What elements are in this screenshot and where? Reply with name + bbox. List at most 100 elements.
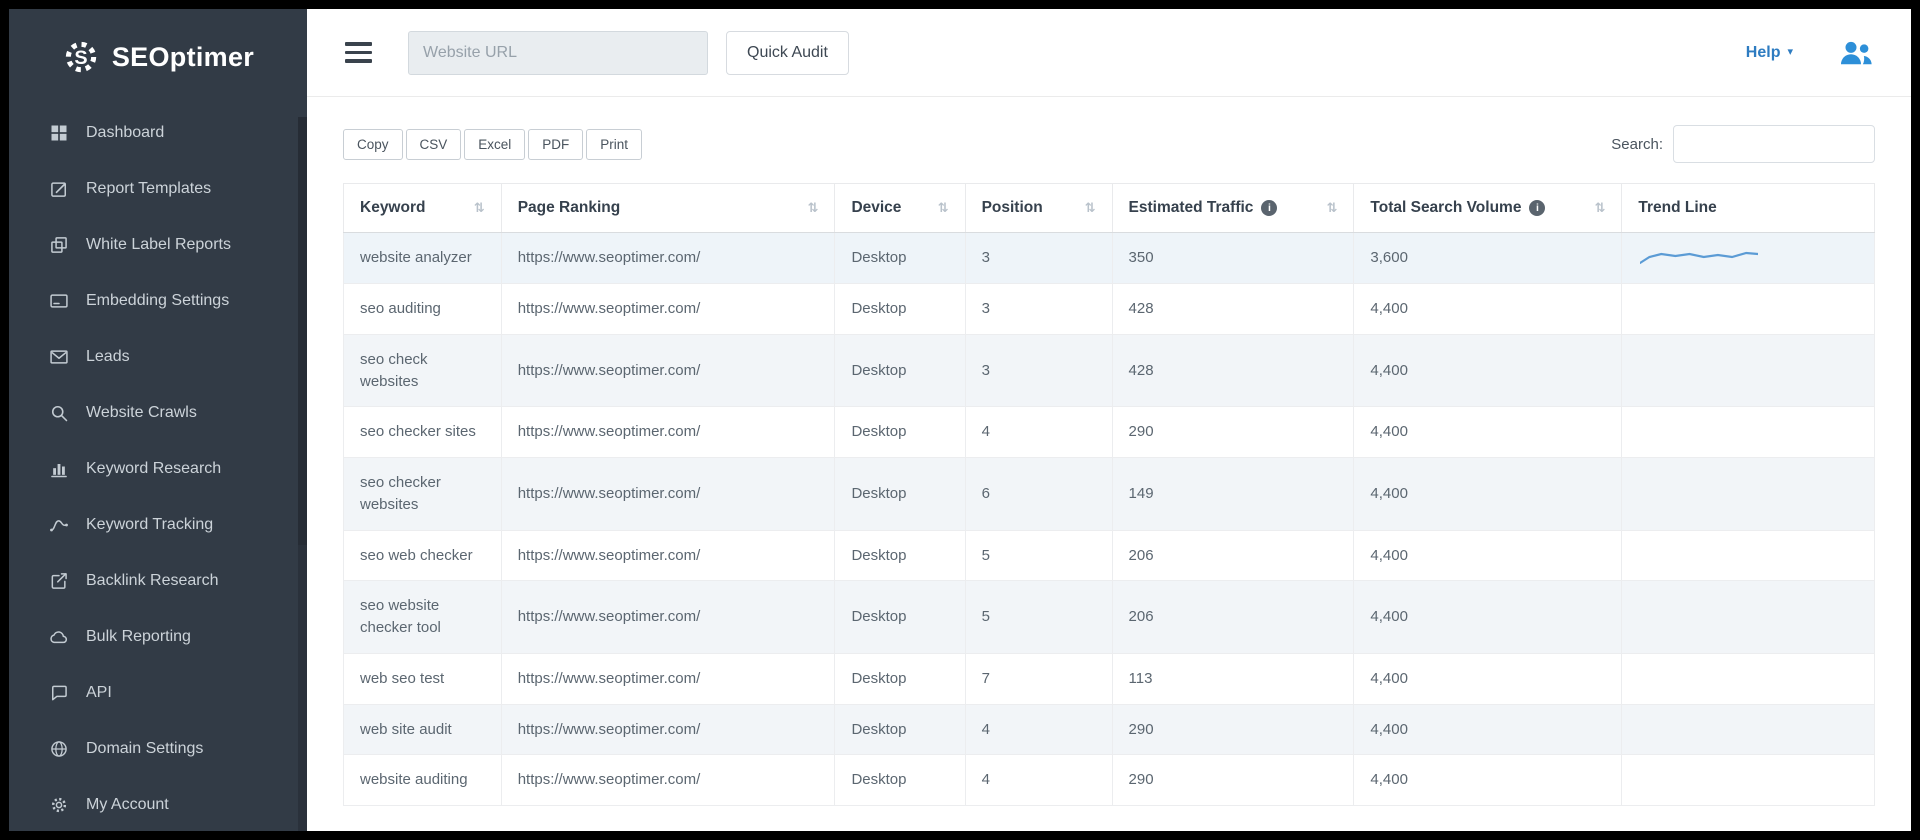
page-ranking-cell: https://www.seoptimer.com/ (501, 755, 835, 806)
column-label: Device (851, 199, 901, 217)
help-menu[interactable]: Help ▾ (1746, 44, 1793, 62)
website-url-input[interactable] (408, 31, 708, 75)
estimated-traffic-cell: 428 (1112, 334, 1354, 407)
column-label: Total Search Volume (1370, 199, 1521, 217)
sidebar-item-label: Keyword Research (86, 460, 221, 478)
export-print-button[interactable]: Print (586, 129, 642, 160)
sidebar-item-keyword-research[interactable]: Keyword Research (9, 441, 307, 497)
table-row: web seo testhttps://www.seoptimer.com/De… (344, 653, 1875, 704)
sidebar-item-label: Website Crawls (86, 404, 197, 422)
estimated-traffic-cell: 206 (1112, 530, 1354, 581)
sidebar-item-my-account[interactable]: My Account (9, 777, 307, 831)
cloud-icon (49, 627, 69, 647)
column-header-device[interactable]: Device ⇅ (835, 184, 965, 233)
sidebar-item-keyword-tracking[interactable]: Keyword Tracking (9, 497, 307, 553)
sidebar-item-leads[interactable]: Leads (9, 329, 307, 385)
column-header-estimated-traffic[interactable]: Estimated Traffici⇅ (1112, 184, 1354, 233)
info-icon[interactable]: i (1529, 200, 1545, 216)
sidebar-item-label: Bulk Reporting (86, 628, 191, 646)
estimated-traffic-cell: 206 (1112, 581, 1354, 654)
column-label: Estimated Traffic (1129, 199, 1254, 217)
sidebar-item-label: Keyword Tracking (86, 516, 213, 534)
sidebar-item-report-templates[interactable]: Report Templates (9, 161, 307, 217)
device-cell: Desktop (835, 755, 965, 806)
table-row: seo auditinghttps://www.seoptimer.com/De… (344, 284, 1875, 335)
trend-line-cell (1622, 530, 1875, 581)
copy-icon (49, 235, 69, 255)
trend-line-cell (1622, 407, 1875, 458)
edit-icon (49, 179, 69, 199)
table-row: website auditinghttps://www.seoptimer.co… (344, 755, 1875, 806)
speech-icon (49, 683, 69, 703)
device-cell: Desktop (835, 233, 965, 284)
export-csv-button[interactable]: CSV (406, 129, 462, 160)
grid-icon (49, 123, 69, 143)
sidebar-item-domain-settings[interactable]: Domain Settings (9, 721, 307, 777)
sidebar-item-website-crawls[interactable]: Website Crawls (9, 385, 307, 441)
total-search-volume-cell: 4,400 (1354, 334, 1622, 407)
position-cell: 5 (965, 581, 1112, 654)
trend-line-cell (1622, 458, 1875, 531)
brand-logo[interactable]: SEOptimer (9, 9, 307, 105)
position-cell: 3 (965, 334, 1112, 407)
hamburger-icon (345, 42, 372, 46)
keywords-table: Keyword⇅Page Ranking⇅ Device ⇅ Position⇅ Est… (343, 183, 1875, 806)
sidebar-item-label: Report Templates (86, 180, 211, 198)
account-users-icon[interactable] (1837, 38, 1875, 68)
position-cell: 4 (965, 407, 1112, 458)
page-ranking-cell: https://www.seoptimer.com/ (501, 284, 835, 335)
table-row: seo checker siteshttps://www.seoptimer.c… (344, 407, 1875, 458)
export-copy-button[interactable]: Copy (343, 129, 403, 160)
sidebar-item-dashboard[interactable]: Dashboard (9, 105, 307, 161)
column-header-trend-line: Trend Line (1622, 184, 1875, 233)
external-link-icon (49, 571, 69, 591)
position-cell: 5 (965, 530, 1112, 581)
column-label: Position (982, 199, 1043, 217)
topbar: Quick Audit Help ▾ (307, 9, 1911, 97)
trend-line-cell (1622, 581, 1875, 654)
column-header-page-ranking[interactable]: Page Ranking⇅ (501, 184, 835, 233)
search-input[interactable] (1673, 125, 1875, 163)
sidebar-item-api[interactable]: API (9, 665, 307, 721)
keyword-cell: seo auditing (344, 284, 502, 335)
sidebar-item-embedding-settings[interactable]: Embedding Settings (9, 273, 307, 329)
sidebar-item-white-label-reports[interactable]: White Label Reports (9, 217, 307, 273)
menu-toggle-button[interactable] (343, 36, 374, 69)
column-header-position[interactable]: Position⇅ (965, 184, 1112, 233)
total-search-volume-cell: 4,400 (1354, 581, 1622, 654)
table-header-row: Keyword⇅Page Ranking⇅ Device ⇅ Position⇅ Est… (344, 184, 1875, 233)
info-icon[interactable]: i (1261, 200, 1277, 216)
position-cell: 3 (965, 284, 1112, 335)
device-cell: Desktop (835, 407, 965, 458)
column-label: Keyword (360, 199, 425, 217)
column-label: Page Ranking (518, 199, 621, 217)
table-row: web site audithttps://www.seoptimer.com/… (344, 704, 1875, 755)
page-ranking-cell: https://www.seoptimer.com/ (501, 581, 835, 654)
export-buttons: CopyCSVExcelPDFPrint (343, 129, 645, 160)
device-cell: Desktop (835, 284, 965, 335)
estimated-traffic-cell: 290 (1112, 407, 1354, 458)
search-icon (49, 403, 69, 423)
sort-icon: ⇅ (938, 200, 949, 216)
sidebar-item-label: Dashboard (86, 124, 164, 142)
page-ranking-cell: https://www.seoptimer.com/ (501, 334, 835, 407)
sidebar-item-bulk-reporting[interactable]: Bulk Reporting (9, 609, 307, 665)
sidebar-scrollbar-thumb[interactable] (298, 117, 307, 545)
table-row: website analyzerhttps://www.seoptimer.co… (344, 233, 1875, 284)
total-search-volume-cell: 4,400 (1354, 704, 1622, 755)
column-header-keyword[interactable]: Keyword⇅ (344, 184, 502, 233)
estimated-traffic-cell: 350 (1112, 233, 1354, 284)
sidebar-scrollbar[interactable] (298, 117, 307, 831)
page-ranking-cell: https://www.seoptimer.com/ (501, 653, 835, 704)
device-cell: Desktop (835, 530, 965, 581)
export-excel-button[interactable]: Excel (464, 129, 525, 160)
sidebar-item-label: White Label Reports (86, 236, 231, 254)
sidebar-item-backlink-research[interactable]: Backlink Research (9, 553, 307, 609)
export-pdf-button[interactable]: PDF (528, 129, 583, 160)
trend-line-cell (1622, 284, 1875, 335)
quick-audit-button[interactable]: Quick Audit (726, 31, 849, 75)
main-panel: CopyCSVExcelPDFPrint Search: Keyword⇅Pag… (307, 97, 1911, 831)
table-toolbar: CopyCSVExcelPDFPrint Search: (343, 125, 1875, 163)
page-ranking-cell: https://www.seoptimer.com/ (501, 704, 835, 755)
column-header-total-search-volume[interactable]: Total Search Volumei⇅ (1354, 184, 1622, 233)
